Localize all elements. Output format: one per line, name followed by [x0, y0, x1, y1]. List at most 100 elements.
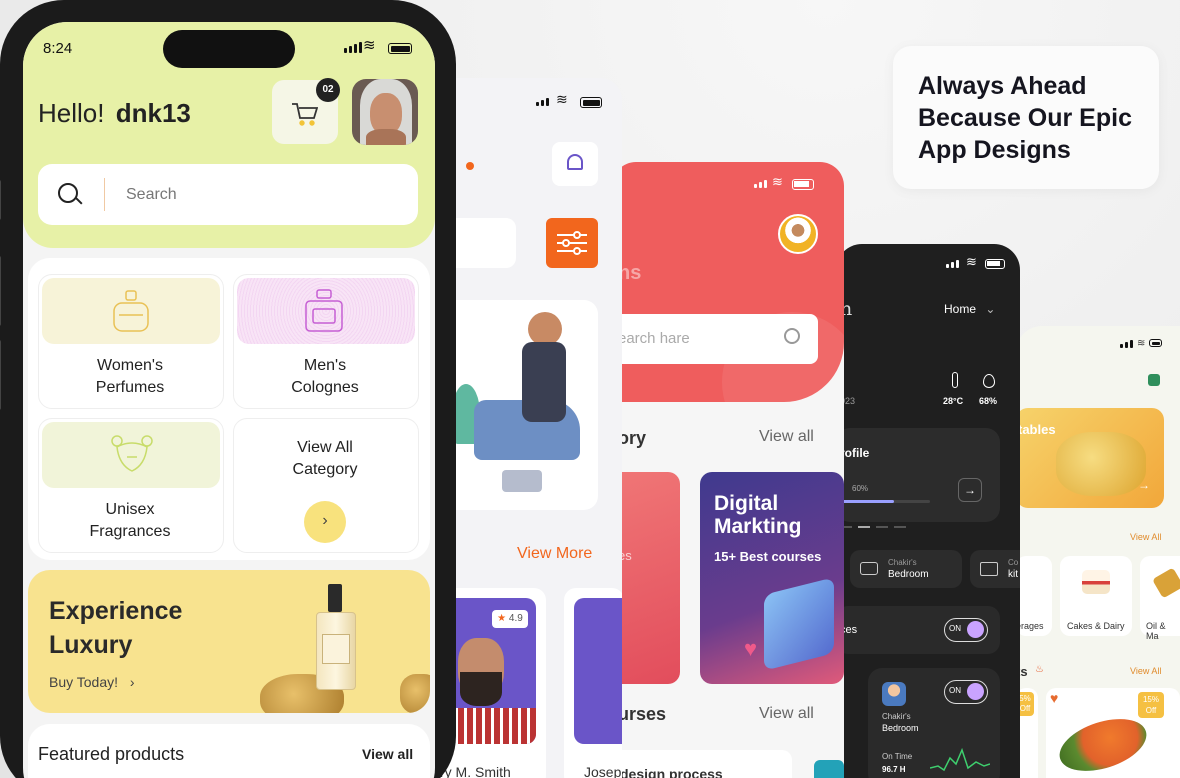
- arrow-button[interactable]: →: [958, 478, 982, 502]
- category-womens-perfumes[interactable]: Women's Perfumes: [38, 274, 224, 409]
- progress-label: 60%: [852, 484, 869, 493]
- category-label: Oil & Ma: [1146, 621, 1166, 641]
- course-title: Digital Markting: [714, 492, 802, 538]
- barber-body: [522, 342, 566, 422]
- search-placeholder: earch hare: [618, 330, 690, 347]
- promo-banner[interactable]: Experience Luxury Buy Today! ›: [28, 570, 430, 713]
- search-icon[interactable]: [784, 328, 800, 344]
- featured-view-all-link[interactable]: View all: [362, 746, 413, 762]
- search-input[interactable]: earch hare: [612, 314, 818, 364]
- toggle-label: ON: [949, 624, 961, 633]
- cart-icon: [292, 103, 318, 126]
- barber-phone: ≋ s View More ★ 4.9 ry M. Smith Josep: [440, 78, 622, 778]
- bed-icon: [860, 562, 878, 575]
- headline-line1: Always Ahead: [918, 72, 1087, 100]
- toggle-label: ON: [949, 686, 961, 695]
- barber-figure: [528, 312, 562, 346]
- vegetables-title: tables: [1018, 422, 1056, 437]
- battery-icon: [985, 259, 1005, 269]
- category-label: Women's Perfumes: [39, 355, 221, 399]
- view-all-link[interactable]: View all: [759, 705, 814, 723]
- home-dropdown[interactable]: Home ⌄: [944, 302, 995, 316]
- rating-badge: ★ 4.9: [492, 610, 528, 628]
- banner-cta-label: Buy Today!: [49, 674, 119, 690]
- profile-card[interactable]: rofile 60% →: [836, 428, 1000, 522]
- search-bar[interactable]: Search: [38, 164, 418, 225]
- kitchen-icon: [980, 562, 998, 576]
- banner-cta[interactable]: Buy Today! ›: [49, 674, 135, 690]
- category-heading: ory: [618, 428, 647, 448]
- view-all-link[interactable]: View All: [1130, 666, 1161, 676]
- toggle-switch[interactable]: ON: [944, 680, 988, 704]
- arrow-right-icon: →: [1138, 478, 1150, 492]
- usage-sparkline: [930, 747, 990, 772]
- vegetables-card[interactable]: tables →: [1016, 408, 1164, 508]
- course-item[interactable]: design process: [612, 750, 792, 778]
- grocery-logo-icon: [1148, 374, 1160, 386]
- courses-phone: ≋ ns earch hare ory View all es Digital …: [612, 162, 844, 778]
- featured-title: Featured products: [38, 744, 185, 764]
- barber-name: Josep: [584, 764, 622, 778]
- filter-button[interactable]: [546, 218, 598, 268]
- barber-name: ry M. Smith: [440, 764, 511, 778]
- view-all-category-card[interactable]: View All Category ›: [233, 418, 419, 553]
- view-all-link[interactable]: View All: [1130, 532, 1161, 542]
- perfume-bottle-image: [312, 584, 360, 694]
- toggle-knob: [967, 621, 984, 638]
- course-item-thumb: [814, 760, 844, 778]
- profile-avatar[interactable]: [778, 214, 818, 254]
- battery-icon: [792, 179, 814, 190]
- title-dot: [465, 162, 474, 170]
- search-icon-handle: [75, 197, 83, 205]
- course-title-line2: Markting: [714, 515, 802, 538]
- oil-image: [1152, 567, 1180, 599]
- room-chip-bedroom[interactable]: Chakir's Bedroom: [850, 550, 962, 588]
- profile-title: rofile: [840, 446, 870, 460]
- user-card[interactable]: ON Chakir's Bedroom On Time 96.7 H: [868, 668, 1000, 778]
- humidity: 68%: [979, 396, 998, 406]
- papaya-image: [1053, 709, 1153, 778]
- courses-heading: urses: [618, 704, 667, 724]
- category-label-line2: Perfumes: [95, 379, 165, 396]
- chevron-right-icon: ›: [129, 674, 135, 690]
- toggle-switch[interactable]: ON: [944, 618, 988, 642]
- view-all-link[interactable]: View all: [759, 428, 814, 446]
- perfume-bottle-icon: [113, 290, 149, 332]
- room-chip-kitchen[interactable]: Co kit: [970, 550, 1020, 588]
- course-card-digital-marketing[interactable]: Digital Markting 15+ Best courses ♥: [700, 472, 844, 684]
- ontime-value: 96.7 H: [882, 765, 906, 774]
- rock-decor: [400, 674, 430, 713]
- avatar[interactable]: [352, 79, 418, 145]
- category-mens-colognes[interactable]: Men's Colognes: [233, 274, 419, 409]
- cart-button[interactable]: 02: [272, 78, 340, 144]
- category-label-line2: Colognes: [291, 379, 359, 396]
- barber-card[interactable]: Josep: [564, 588, 622, 778]
- notification-button[interactable]: [552, 142, 598, 186]
- category-label: Unisex Fragrances: [39, 499, 221, 543]
- view-all-arrow-button[interactable]: ›: [304, 501, 346, 543]
- view-more-link[interactable]: View More: [517, 545, 592, 563]
- heart-icon: ♥: [744, 636, 758, 661]
- category-unisex-fragrances[interactable]: Unisex Fragrances: [38, 418, 224, 553]
- product-card[interactable]: ♥ 15% Off: [1046, 688, 1180, 778]
- hero-card[interactable]: [440, 300, 598, 510]
- unisex-icon: [111, 435, 153, 472]
- headline-card: Always Ahead Because Our Epic App Design…: [893, 46, 1159, 189]
- marketing-illustration: [764, 577, 834, 671]
- search-placeholder: Search: [126, 186, 177, 203]
- temperature: 28°C: [943, 396, 964, 406]
- featured-section: Featured products View all: [28, 724, 430, 778]
- heart-icon[interactable]: ♥: [1050, 690, 1058, 706]
- room-name: Bedroom: [888, 569, 929, 580]
- category-label-line2: Fragrances: [89, 523, 171, 540]
- room-owner: Co: [1008, 558, 1019, 567]
- dynamic-island: [163, 30, 295, 68]
- category-label: erages: [1016, 621, 1044, 631]
- course-card-left[interactable]: es: [612, 472, 680, 684]
- progress-fill: [840, 500, 894, 503]
- devices-row: ces ON: [836, 606, 1000, 654]
- rating-value: 4.9: [508, 613, 523, 624]
- chevron-down-icon: ⌄: [985, 302, 996, 316]
- wifi-icon: ≋: [363, 37, 376, 54]
- fire-icon: ♨: [1035, 664, 1044, 675]
